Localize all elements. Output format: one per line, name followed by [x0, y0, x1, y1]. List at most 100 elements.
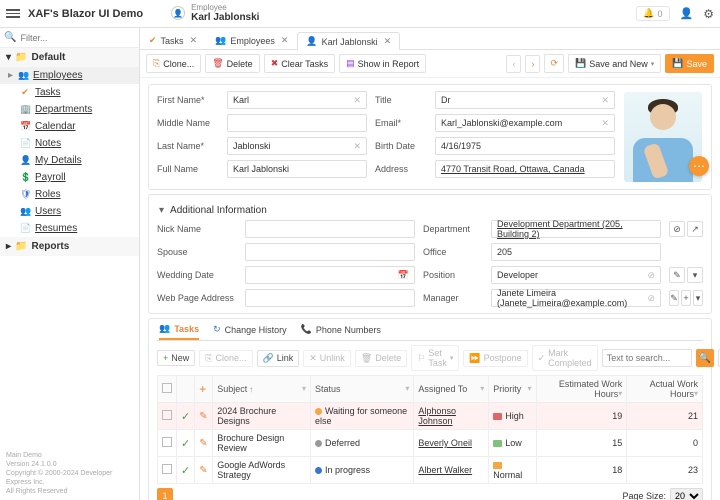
plus-icon[interactable]: + — [199, 382, 206, 396]
grid-link-button[interactable]: 🔗Link — [257, 350, 300, 367]
cell-assigned[interactable]: Albert Walker — [414, 457, 489, 484]
grid-delete-button[interactable]: 🗑Delete — [355, 350, 407, 367]
position-dropdown-button[interactable]: ▾ — [687, 267, 703, 283]
filter-icon[interactable]: ▾ — [480, 384, 484, 393]
wedding-date-input[interactable]: 📅 — [245, 266, 415, 284]
clear-tasks-button[interactable]: ✖Clear Tasks — [264, 54, 335, 73]
nav-filter[interactable]: 🔍 — [0, 28, 139, 48]
col-select[interactable] — [158, 376, 177, 403]
clear-icon[interactable]: ✕ — [353, 95, 361, 106]
grid-unlink-button[interactable]: ✕Unlink — [303, 350, 351, 367]
tab-change-history[interactable]: ↻Change History — [213, 319, 287, 340]
webpage-input[interactable] — [245, 289, 415, 307]
hamburger-menu[interactable] — [6, 9, 20, 18]
full-name-input[interactable]: Karl Jablonski — [227, 160, 367, 178]
email-input[interactable]: Karl_Jablonski@example.com✕ — [435, 114, 615, 132]
table-row[interactable]: ✓✎Brochure Design ReviewDeferredBeverly … — [158, 430, 703, 457]
save-and-new-button[interactable]: 💾Save and New▾ — [568, 54, 661, 73]
sidebar-item-users[interactable]: 👥Users — [0, 203, 139, 220]
sidebar-item-resumes[interactable]: 📄Resumes — [0, 220, 139, 237]
cell-assigned[interactable]: Beverly Oneil — [414, 430, 489, 457]
show-in-report-button[interactable]: ▤Show in Report — [339, 54, 426, 73]
row-checkbox[interactable] — [162, 437, 172, 447]
grid-new-button[interactable]: +New — [157, 350, 195, 366]
cell-assigned[interactable]: Alphonso Johnson — [414, 403, 489, 430]
sidebar-item-notes[interactable]: 📄Notes — [0, 135, 139, 152]
checkbox-icon[interactable] — [162, 383, 172, 393]
last-name-input[interactable]: Jablonski✕ — [227, 137, 367, 155]
manager-edit-button[interactable]: ✎ — [669, 290, 679, 306]
grid-postpone-button[interactable]: ⏩Postpone — [463, 350, 527, 367]
filter-icon[interactable]: ▾ — [405, 384, 409, 393]
first-name-input[interactable]: Karl✕ — [227, 91, 367, 109]
grid-search-input[interactable] — [602, 349, 692, 367]
page-size-select[interactable]: 20 — [670, 488, 703, 500]
filter-icon[interactable]: ▾ — [694, 389, 698, 398]
grid-search-button[interactable]: 🔍 — [696, 349, 714, 367]
title-input[interactable]: Dr✕ — [435, 91, 615, 109]
department-input[interactable]: Development Department (205, Building 2) — [491, 220, 661, 238]
table-row[interactable]: ✓✎2024 Brochure DesignsWaiting for someo… — [158, 403, 703, 430]
col-status[interactable]: Status▾ — [310, 376, 413, 403]
col-assigned[interactable]: Assigned To▾ — [414, 376, 489, 403]
manager-input[interactable]: Janete Limeira (Janete_Limeira@example.c… — [491, 289, 661, 307]
grid-mark-button[interactable]: ✓Mark Completed — [532, 345, 598, 371]
col-subject[interactable]: Subject↑▾ — [213, 376, 311, 403]
spouse-input[interactable] — [245, 243, 415, 261]
grid-clone-button[interactable]: ⎘Clone... — [199, 350, 252, 367]
sidebar-item-tasks[interactable]: ✔Tasks — [0, 84, 139, 101]
birth-date-input[interactable]: 4/16/1975 — [435, 137, 615, 155]
clone-button[interactable]: ⎘Clone... — [146, 54, 201, 73]
grid-settask-button[interactable]: ⚐Set Task▾ — [411, 345, 459, 371]
row-checkbox[interactable] — [162, 464, 172, 474]
filter-icon[interactable]: ▾ — [618, 389, 622, 398]
next-record-button[interactable]: › — [525, 55, 540, 73]
filter-icon[interactable]: ▾ — [302, 384, 306, 393]
prev-record-button[interactable]: ‹ — [506, 55, 521, 73]
save-button[interactable]: 💾Save — [665, 54, 714, 73]
table-row[interactable]: ✓✎Google AdWords StrategyIn progressAlbe… — [158, 457, 703, 484]
delete-button[interactable]: 🗑Delete — [205, 54, 259, 73]
sidebar-item-payroll[interactable]: 💲Payroll — [0, 169, 139, 186]
notifications-badge[interactable]: 🔔0 — [636, 6, 669, 21]
manager-dropdown-button[interactable]: ▾ — [693, 290, 703, 306]
col-estimated[interactable]: Estimated Work Hours▾ — [536, 376, 627, 403]
close-icon[interactable]: ✕ — [190, 35, 198, 46]
row-checkbox[interactable] — [162, 410, 172, 420]
clear-icon[interactable]: ⊘ — [647, 270, 655, 281]
tab-karl-jablonski[interactable]: 👤Karl Jablonski✕ — [297, 32, 400, 50]
page-current[interactable]: 1 — [157, 488, 173, 500]
sidebar-item-departments[interactable]: 🏢Departments — [0, 101, 139, 118]
col-priority[interactable]: Priority▾ — [489, 376, 536, 403]
employee-photo[interactable]: ⋯ — [623, 92, 703, 182]
middle-name-input[interactable] — [227, 114, 367, 132]
sidebar-item-my-details[interactable]: 👤My Details — [0, 152, 139, 169]
sidebar-item-roles[interactable]: 🛡Roles — [0, 186, 139, 203]
refresh-button[interactable]: ⟳ — [544, 54, 564, 73]
settings-icon[interactable]: ⚙ — [703, 7, 714, 21]
position-edit-button[interactable]: ✎ — [669, 267, 685, 283]
nav-filter-input[interactable] — [20, 33, 137, 43]
tab-tasks[interactable]: ✔Tasks✕ — [140, 31, 206, 49]
manager-add-button[interactable]: + — [681, 290, 691, 306]
clear-icon[interactable]: ✕ — [353, 141, 361, 152]
additional-info-header[interactable]: ▾ Additional Information — [157, 201, 703, 220]
close-icon[interactable]: ✕ — [281, 35, 289, 46]
clear-icon[interactable]: ✕ — [601, 118, 609, 129]
clear-icon[interactable]: ⊘ — [647, 293, 655, 304]
clear-icon[interactable]: ✕ — [601, 95, 609, 106]
sidebar-item-employees[interactable]: ▸👥Employees — [0, 67, 139, 84]
position-input[interactable]: Developer⊘ — [491, 266, 661, 284]
nav-group-default[interactable]: ▾ 📁 Default — [0, 48, 139, 67]
nick-name-input[interactable] — [245, 220, 415, 238]
calendar-icon[interactable]: 📅 — [398, 270, 409, 281]
dept-open-button[interactable]: ↗ — [687, 221, 703, 237]
office-input[interactable]: 205 — [491, 243, 661, 261]
row-edit-button[interactable]: ✎ — [195, 403, 213, 430]
tab-tasks[interactable]: 👥Tasks — [159, 319, 199, 340]
tab-phone-numbers[interactable]: 📞Phone Numbers — [301, 319, 381, 340]
col-actual[interactable]: Actual Work Hours▾ — [627, 376, 703, 403]
user-icon[interactable]: 👤 — [680, 7, 694, 20]
row-edit-button[interactable]: ✎ — [195, 430, 213, 457]
tab-employees[interactable]: 👥Employees✕ — [206, 31, 297, 49]
